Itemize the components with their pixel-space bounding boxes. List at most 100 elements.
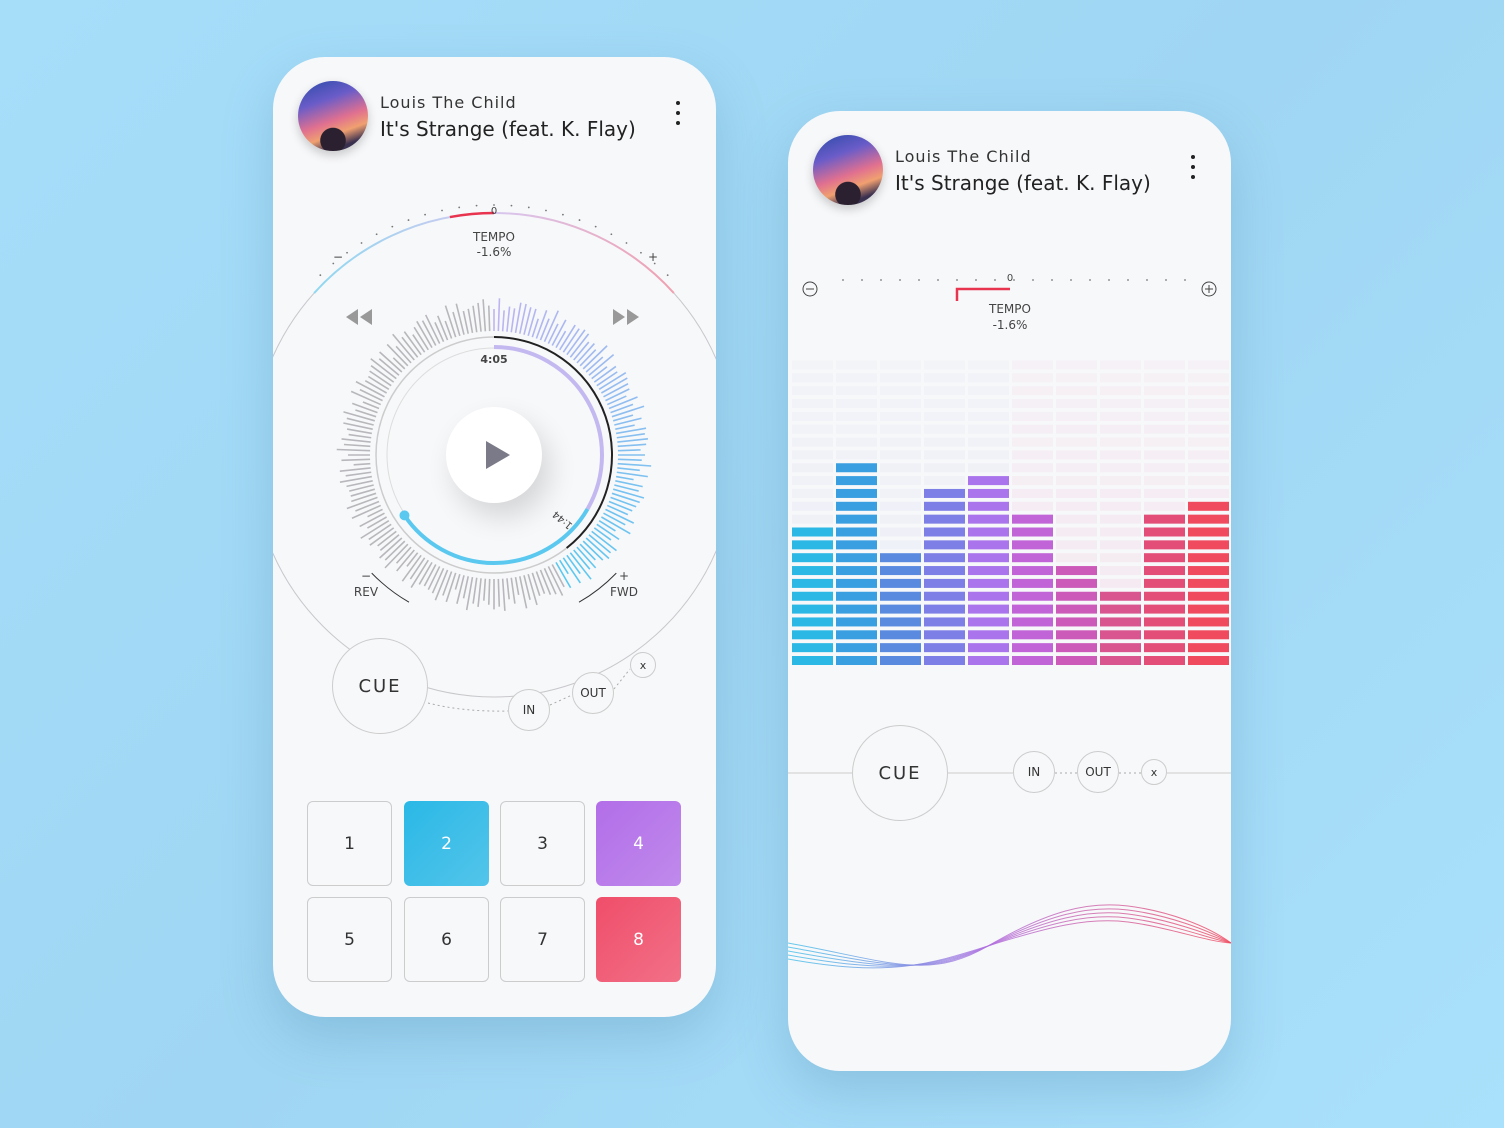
eq-segment <box>792 553 833 563</box>
eq-segment <box>924 604 965 614</box>
play-button[interactable] <box>446 407 542 503</box>
waveform-bar <box>477 578 482 607</box>
eq-segment <box>968 501 1009 511</box>
loop-in-button[interactable]: IN <box>508 689 550 731</box>
eq-segment <box>1144 360 1185 370</box>
eq-segment <box>1144 630 1185 640</box>
eq-segment <box>880 463 921 473</box>
eq-segment <box>1100 488 1141 498</box>
eq-segment <box>1100 399 1141 408</box>
eq-segment <box>1012 450 1053 460</box>
eq-segment <box>1012 527 1053 537</box>
waveform-bar <box>510 577 516 604</box>
eq-segment <box>968 591 1009 601</box>
eq-segment <box>836 386 877 396</box>
cue-button[interactable]: CUE <box>332 638 428 734</box>
eq-segment <box>924 617 965 627</box>
eq-segment <box>1144 450 1185 460</box>
eq-segment <box>1100 514 1141 524</box>
waveform-bar <box>487 578 491 605</box>
eq-segment <box>1012 617 1053 627</box>
eq-segment <box>1012 566 1053 576</box>
eq-segment <box>836 514 877 524</box>
eq-segment <box>1188 617 1229 627</box>
hot-cue-pad-7[interactable]: 7 <box>500 897 585 982</box>
fwd-button[interactable]: FWD <box>604 585 644 600</box>
eq-segment <box>1012 514 1053 524</box>
hot-cue-pad-5[interactable]: 5 <box>307 897 392 982</box>
hot-cue-pad-2[interactable]: 2 <box>404 801 489 886</box>
eq-segment <box>924 591 965 601</box>
waveform-bar <box>615 427 647 435</box>
eq-segment <box>836 553 877 563</box>
loop-clear-button[interactable]: x <box>1141 759 1167 785</box>
hot-cue-pad-8[interactable]: 8 <box>596 897 681 982</box>
tempo-tick <box>1051 279 1053 281</box>
eq-segment <box>1012 591 1053 601</box>
eq-segment <box>1144 540 1185 550</box>
hot-cue-pad-1[interactable]: 1 <box>307 801 392 886</box>
eq-segment <box>968 514 1009 524</box>
eq-segment <box>924 501 965 511</box>
eq-segment <box>1056 373 1097 383</box>
eq-segment <box>792 463 833 473</box>
tempo-tick <box>861 279 863 281</box>
tempo-tick <box>578 219 581 221</box>
eq-segment <box>924 399 965 408</box>
eq-segment <box>792 437 833 447</box>
eq-segment <box>792 514 833 524</box>
tempo-tick <box>458 206 461 209</box>
eq-segment <box>1056 399 1097 408</box>
waveform-bar <box>427 566 441 591</box>
eq-segment <box>924 578 965 588</box>
eq-segment <box>880 514 921 524</box>
rewind-icon[interactable] <box>346 309 372 325</box>
cue-button[interactable]: CUE <box>852 725 948 821</box>
eq-segment <box>1100 463 1141 473</box>
waveform-bar <box>617 438 649 443</box>
waveform-bar <box>355 500 380 512</box>
eq-segment <box>836 476 877 486</box>
waveform-bar <box>555 330 567 349</box>
waveform-bar <box>535 310 548 339</box>
rev-button[interactable]: REV <box>346 585 386 600</box>
deck-player-card: Louis The Child It's Strange (feat. K. F… <box>273 57 716 1017</box>
loop-out-button[interactable]: OUT <box>1077 751 1119 793</box>
hot-cue-pad-3[interactable]: 3 <box>500 801 585 886</box>
waveform-bar <box>346 496 378 510</box>
hot-cue-pad-4[interactable]: 4 <box>596 801 681 886</box>
eq-segment <box>924 386 965 396</box>
waveform-bar <box>617 462 652 467</box>
eq-segment <box>924 437 965 447</box>
eq-segment <box>1056 617 1097 627</box>
waveform-bar <box>406 552 419 567</box>
eq-segment <box>1056 604 1097 614</box>
eq-segment <box>1012 411 1053 421</box>
eq-segment <box>968 604 1009 614</box>
tempo-tick <box>527 206 530 209</box>
waveform-bar <box>477 302 482 332</box>
eq-segment <box>792 476 833 486</box>
eq-segment <box>880 399 921 408</box>
hot-cue-pad-6[interactable]: 6 <box>404 897 489 982</box>
waveform-bar <box>527 573 538 606</box>
loop-in-button[interactable]: IN <box>1013 751 1055 793</box>
loop-clear-button[interactable]: x <box>630 652 656 678</box>
waveform-bar <box>444 305 457 338</box>
waveform-bar <box>615 424 635 431</box>
fast-forward-icon[interactable] <box>613 309 639 325</box>
eq-segment <box>792 540 833 550</box>
eq-segment <box>1056 514 1097 524</box>
waveform-bar <box>615 475 634 481</box>
waveform-bar <box>482 299 487 332</box>
eq-segment <box>1056 450 1097 460</box>
tempo-minus-button[interactable]: − <box>331 250 345 265</box>
loop-out-button[interactable]: OUT <box>572 672 614 714</box>
plus-icon <box>1205 285 1213 293</box>
tempo-value: -1.6% <box>992 318 1028 332</box>
eq-segment <box>1188 566 1229 576</box>
tempo-plus-button[interactable]: + <box>646 250 660 265</box>
eq-segment <box>924 424 965 434</box>
eq-segment <box>968 643 1009 653</box>
waveform-bar <box>603 512 626 526</box>
